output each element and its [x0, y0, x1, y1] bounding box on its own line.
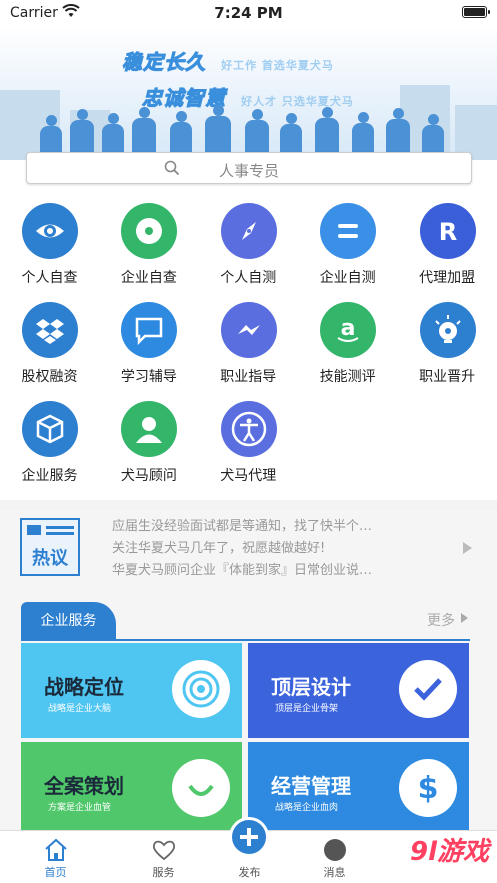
plus-icon	[229, 817, 269, 857]
feature-label: 犬马顾问	[120, 468, 177, 484]
feature-label: 企业自测	[319, 270, 376, 286]
card-title: 全案策划	[44, 774, 124, 798]
hot-topic-item[interactable]: 华夏犬马顾问企业『体能到家』日常创业说…	[112, 560, 442, 582]
play-arrow-icon[interactable]	[463, 542, 472, 554]
feature-equals[interactable]: 企业自测	[298, 198, 397, 298]
feature-label: 个人自测	[220, 270, 277, 286]
box-3d-icon	[22, 401, 78, 457]
card-title: 顶层设计	[271, 675, 351, 699]
feature-disc[interactable]: 企业自查	[99, 198, 198, 298]
tab-home[interactable]: 首页	[6, 831, 105, 883]
tab-messages[interactable]: 消息	[285, 831, 384, 883]
hot-topics[interactable]: 热议 应届生没经验面试都是等通知，找了快半个… 关注华夏犬马几年了，祝愿越做越好…	[0, 510, 497, 590]
accessibility-icon	[220, 401, 277, 457]
card-subtitle: 战略是企业大脑	[48, 704, 112, 714]
feature-accessibility[interactable]: 犬马代理	[199, 396, 298, 496]
banner-tagline-1: 好工作 首选华夏犬马	[221, 59, 334, 72]
messenger-bolt-icon	[220, 302, 277, 358]
card-full-plan[interactable]: 全案策划 方案是企业血管	[21, 742, 242, 837]
user-icon	[121, 401, 178, 457]
feature-dropbox[interactable]: 股权融资	[0, 297, 99, 397]
feature-label: 股权融资	[21, 369, 78, 385]
r-letter-icon: R	[419, 203, 476, 259]
feature-r-letter[interactable]: R 代理加盟	[398, 198, 497, 298]
feature-label: 企业服务	[21, 468, 78, 484]
feature-label: 学习辅导	[120, 369, 177, 385]
card-subtitle: 顶层是企业骨架	[275, 704, 339, 714]
card-title: 战略定位	[44, 675, 124, 699]
smile-icon	[172, 759, 230, 817]
feature-messenger-bolt[interactable]: 职业指导	[199, 297, 298, 397]
hot-topics-list: 应届生没经验面试都是等通知，找了快半个… 关注华夏犬马几年了，祝愿越做越好! 华…	[112, 516, 442, 582]
feature-chat-bubble[interactable]: 学习辅导	[99, 297, 198, 397]
svg-text:R: R	[438, 218, 456, 246]
banner-slogan-1: 稳定长久	[122, 50, 206, 75]
target-icon	[172, 660, 230, 718]
hot-topics-badge: 热议	[20, 518, 80, 576]
feature-eye[interactable]: 个人自查	[0, 198, 99, 298]
battery-icon	[462, 6, 490, 18]
card-operations[interactable]: 经营管理 战略是企业血肉 $	[248, 742, 469, 837]
more-link[interactable]: 更多	[427, 610, 455, 630]
feature-lightbulb[interactable]: 职业晋升	[398, 297, 497, 397]
amazon-icon: a	[320, 302, 377, 358]
search-icon	[164, 160, 180, 176]
feature-label: 技能测评	[319, 369, 376, 385]
feature-box-3d[interactable]: 企业服务	[0, 396, 99, 496]
card-subtitle: 战略是企业血肉	[275, 803, 339, 813]
message-icon	[324, 839, 346, 861]
clock: 7:24 PM	[214, 4, 283, 22]
home-icon	[45, 838, 67, 861]
svg-text:$: $	[418, 771, 439, 806]
status-bar: Carrier 7:24 PM	[0, 0, 497, 26]
feature-label: 犬马代理	[220, 468, 277, 484]
search-input[interactable]: 人事专员	[219, 160, 279, 181]
enterprise-services-section: 企业服务 更多 战略定位 战略是企业大脑 顶层设计 顶层是企业骨架 全案策划 方…	[0, 590, 497, 837]
hero-banner[interactable]: 稳定长久 好工作 首选华夏犬马 忠诚智慧 好人才 只选华夏犬马	[0, 26, 497, 160]
feature-label: 职业指导	[220, 369, 277, 385]
check-icon	[399, 660, 457, 718]
hot-topic-item[interactable]: 应届生没经验面试都是等通知，找了快半个…	[112, 516, 442, 538]
heart-icon	[152, 840, 176, 861]
feature-amazon[interactable]: a 技能测评	[298, 297, 397, 397]
section-tab[interactable]: 企业服务	[21, 602, 116, 640]
feature-label: 职业晋升	[419, 369, 476, 385]
bottom-tab-bar: 首页 服务 发布 消息 9l游戏	[0, 817, 497, 883]
hot-topic-item[interactable]: 关注华夏犬马几年了，祝愿越做越好!	[112, 538, 442, 560]
feature-label: 个人自查	[21, 270, 78, 286]
chevron-right-icon[interactable]	[461, 613, 468, 623]
tab-services[interactable]: 服务	[114, 831, 213, 883]
chat-bubble-icon	[121, 302, 178, 358]
card-strategy[interactable]: 战略定位 战略是企业大脑	[21, 643, 242, 738]
equals-icon	[320, 203, 377, 259]
lightbulb-icon	[419, 302, 476, 358]
card-title: 经营管理	[271, 774, 351, 798]
feature-label: 代理加盟	[419, 270, 476, 286]
search-bar[interactable]: 人事专员	[26, 152, 472, 184]
feature-label: 企业自查	[120, 270, 177, 286]
dropbox-icon	[22, 302, 78, 358]
card-subtitle: 方案是企业血管	[48, 803, 112, 813]
feature-compass[interactable]: 个人自测	[199, 198, 298, 298]
compass-icon	[220, 203, 277, 259]
eye-icon	[22, 203, 78, 259]
watermark-logo: 9l游戏	[409, 837, 489, 867]
disc-icon	[121, 203, 178, 259]
svg-text:a: a	[341, 316, 356, 341]
card-top-design[interactable]: 顶层设计 顶层是企业骨架	[248, 643, 469, 738]
banner-tagline-2: 好人才 只选华夏犬马	[241, 95, 354, 108]
feature-user[interactable]: 犬马顾问	[99, 396, 198, 496]
dollar-icon: $	[399, 759, 457, 817]
